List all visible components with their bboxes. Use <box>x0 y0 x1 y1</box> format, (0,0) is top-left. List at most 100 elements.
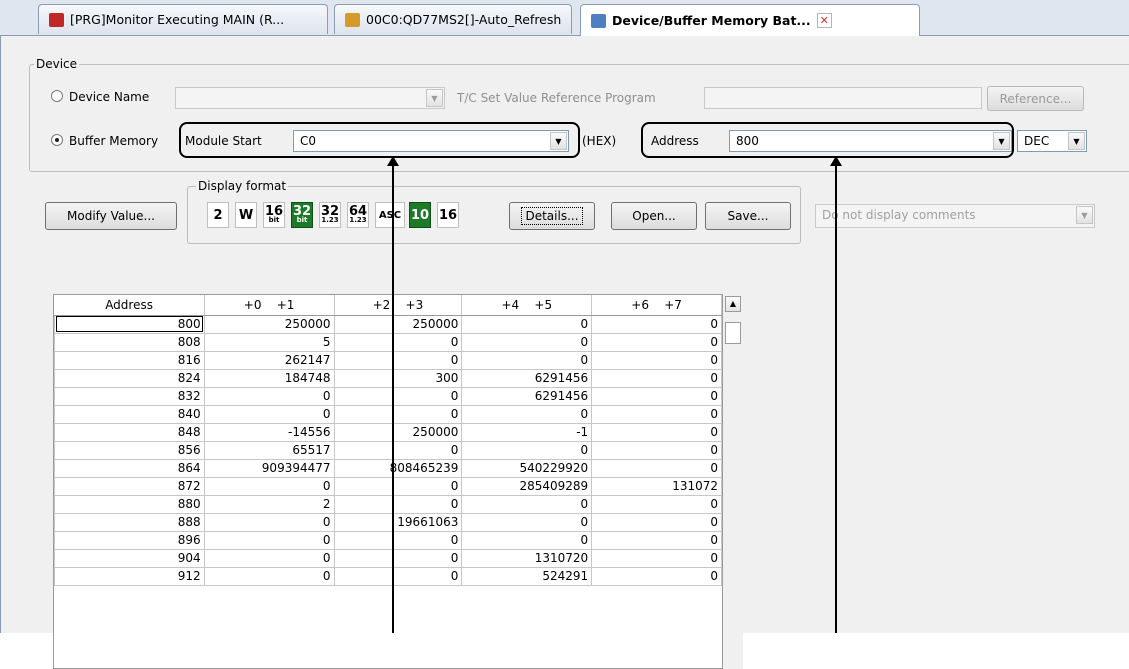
details-button[interactable]: Details... <box>509 202 595 230</box>
value-cell[interactable]: 0 <box>591 440 722 460</box>
value-cell[interactable]: 65517 <box>203 440 335 460</box>
column-header-6-7[interactable]: +6 +7 <box>591 295 722 316</box>
value-cell[interactable]: 0 <box>591 458 722 478</box>
column-header-address[interactable]: Address <box>54 295 205 316</box>
modify-value-button[interactable]: Modify Value... <box>45 202 177 230</box>
device-name-combo[interactable]: ▼ <box>175 87 445 109</box>
table-row[interactable]: 832 0 0 6291456 0 <box>54 386 722 406</box>
value-cell[interactable]: 19661063 <box>333 512 463 532</box>
table-row[interactable]: 808 5 0 0 0 <box>54 332 722 352</box>
format-word-button[interactable]: W <box>235 202 257 228</box>
value-cell[interactable]: 0 <box>333 386 463 406</box>
value-cell[interactable]: 6291456 <box>461 368 593 388</box>
value-cell[interactable]: 0 <box>461 314 593 334</box>
device-name-radio[interactable] <box>51 90 63 102</box>
value-cell[interactable]: 131072 <box>591 476 722 496</box>
value-cell[interactable]: 250000 <box>203 314 335 334</box>
table-row[interactable]: 800 250000 250000 0 0 <box>54 314 722 334</box>
scroll-up-icon[interactable]: ▲ <box>725 296 741 312</box>
value-cell[interactable]: 540229920 <box>461 458 593 478</box>
tab-buffer-memory-batch[interactable]: Device/Buffer Memory Bat... ✕ <box>580 4 920 36</box>
comment-display-select[interactable]: Do not display comments ▼ <box>815 204 1095 228</box>
reference-button[interactable]: Reference... <box>987 86 1084 111</box>
table-row[interactable]: 872 0 0 285409289 131072 <box>54 476 722 496</box>
device-name-label[interactable]: Device Name <box>69 90 149 104</box>
table-row[interactable]: 904 0 0 1310720 0 <box>54 548 722 568</box>
column-header-2-3[interactable]: +2 +3 <box>334 295 463 316</box>
value-cell[interactable]: 0 <box>333 440 463 460</box>
format-16bit-button[interactable]: 16 bit <box>263 202 285 228</box>
address-cell[interactable]: 832 <box>54 386 205 406</box>
value-cell[interactable]: 5 <box>203 332 335 352</box>
column-header-4-5[interactable]: +4 +5 <box>461 295 593 316</box>
table-row[interactable]: 856 65517 0 0 0 <box>54 440 722 460</box>
tab-program-monitor[interactable]: [PRG]Monitor Executing MAIN (R... <box>38 4 328 34</box>
value-cell[interactable]: 0 <box>591 368 722 388</box>
table-row[interactable]: 888 0 19661063 0 0 <box>54 512 722 532</box>
value-cell[interactable]: 0 <box>203 512 335 532</box>
value-cell[interactable]: 0 <box>203 404 335 424</box>
value-cell[interactable]: 0 <box>333 548 463 568</box>
value-cell[interactable]: 0 <box>461 350 593 370</box>
table-row[interactable]: 912 0 0 524291 0 <box>54 566 722 586</box>
value-cell[interactable]: 0 <box>333 566 463 586</box>
value-cell[interactable]: 262147 <box>203 350 335 370</box>
value-cell[interactable]: 0 <box>333 530 463 550</box>
scrollbar-thumb[interactable] <box>725 322 741 344</box>
close-icon[interactable]: ✕ <box>816 13 832 28</box>
value-cell[interactable]: 0 <box>203 548 335 568</box>
format-32real-button[interactable]: 32 1.23 <box>319 202 341 228</box>
format-ascii-button[interactable]: ASC <box>375 202 405 228</box>
value-cell[interactable]: 0 <box>591 530 722 550</box>
module-start-combo[interactable]: C0 ▼ <box>293 130 569 152</box>
tab-auto-refresh[interactable]: 00C0:QD77MS2[]-Auto_Refresh <box>334 4 572 34</box>
save-button[interactable]: Save... <box>705 202 791 230</box>
chevron-down-icon[interactable]: ▼ <box>550 132 567 150</box>
value-cell[interactable]: 0 <box>591 350 722 370</box>
value-cell[interactable]: 250000 <box>333 422 463 442</box>
table-row[interactable]: 840 0 0 0 0 <box>54 404 722 424</box>
value-cell[interactable]: 0 <box>591 548 722 568</box>
tc-program-field[interactable] <box>704 87 982 109</box>
value-cell[interactable]: 0 <box>461 530 593 550</box>
format-binary-button[interactable]: 2 <box>207 202 229 228</box>
address-cell[interactable]: 808 <box>54 332 205 352</box>
column-header-0-1[interactable]: +0 +1 <box>204 295 335 316</box>
address-cell[interactable]: 800 <box>54 314 205 334</box>
radix-select[interactable]: DEC ▼ <box>1017 130 1087 152</box>
address-cell[interactable]: 872 <box>54 476 205 496</box>
value-cell[interactable]: 0 <box>333 494 463 514</box>
value-cell[interactable]: 0 <box>461 512 593 532</box>
value-cell[interactable]: 300 <box>333 368 463 388</box>
value-cell[interactable]: 0 <box>461 332 593 352</box>
address-cell[interactable]: 864 <box>54 458 205 478</box>
value-cell[interactable]: 0 <box>591 404 722 424</box>
value-cell[interactable]: 808465239 <box>333 458 463 478</box>
value-cell[interactable]: 0 <box>333 332 463 352</box>
value-cell[interactable]: 1310720 <box>461 548 593 568</box>
table-row[interactable]: 824 184748 300 6291456 0 <box>54 368 722 388</box>
table-row[interactable]: 880 2 0 0 0 <box>54 494 722 514</box>
value-cell[interactable]: 0 <box>333 476 463 496</box>
buffer-memory-radio[interactable] <box>51 134 63 146</box>
value-cell[interactable]: 0 <box>203 530 335 550</box>
format-hex-button[interactable]: 16 <box>437 202 459 228</box>
value-cell[interactable]: 0 <box>461 494 593 514</box>
value-cell[interactable]: 0 <box>461 404 593 424</box>
format-64real-button[interactable]: 64 1.23 <box>347 202 369 228</box>
value-cell[interactable]: 0 <box>591 512 722 532</box>
address-cell[interactable]: 840 <box>54 404 205 424</box>
value-cell[interactable]: 0 <box>591 314 722 334</box>
format-decimal-button[interactable]: 10 <box>409 202 431 228</box>
value-cell[interactable]: 524291 <box>461 566 593 586</box>
address-cell[interactable]: 912 <box>54 566 205 586</box>
value-cell[interactable]: 0 <box>591 422 722 442</box>
address-cell[interactable]: 904 <box>54 548 205 568</box>
chevron-down-icon[interactable]: ▼ <box>1068 132 1085 150</box>
table-row[interactable]: 896 0 0 0 0 <box>54 530 722 550</box>
value-cell[interactable]: 0 <box>203 566 335 586</box>
address-cell[interactable]: 848 <box>54 422 205 442</box>
value-cell[interactable]: 0 <box>333 350 463 370</box>
value-cell[interactable]: 0 <box>203 476 335 496</box>
value-cell[interactable]: 0 <box>591 332 722 352</box>
